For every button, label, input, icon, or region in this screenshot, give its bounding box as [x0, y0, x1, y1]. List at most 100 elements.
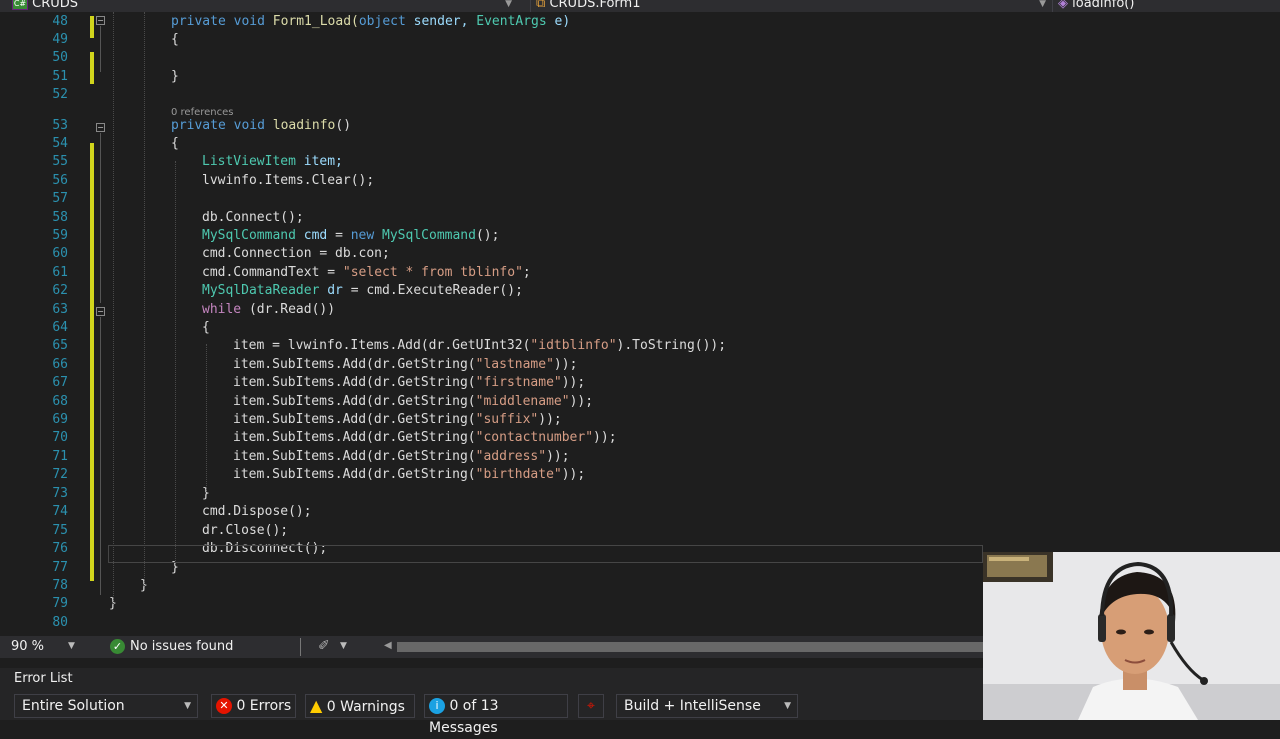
code-line[interactable]: dr.Close();: [202, 522, 288, 540]
method-icon: ◈: [1058, 0, 1068, 11]
issues-status[interactable]: No issues found: [130, 639, 233, 654]
code-token: cmd.Dispose();: [202, 504, 312, 519]
warnings-filter-button[interactable]: ▲ 0 Warnings: [305, 694, 415, 718]
code-token: =: [335, 228, 351, 243]
webcam-presenter-image: [983, 552, 1280, 720]
chevron-down-icon: ▼: [1039, 0, 1046, 9]
line-number: 75: [52, 523, 68, 538]
code-token: ));: [593, 430, 617, 445]
code-token: Form1_Load(: [272, 14, 359, 29]
chevron-down-icon: ▼: [505, 0, 512, 9]
code-line[interactable]: item.SubItems.Add(dr.GetString("contactn…: [233, 429, 617, 447]
messages-filter-button[interactable]: i 0 of 13 Messages: [424, 694, 568, 736]
brush-icon[interactable]: ✐: [318, 638, 330, 654]
code-token: ListViewItem: [202, 154, 304, 169]
code-token: db.Connect();: [202, 210, 304, 225]
zoom-level[interactable]: 90 %: [11, 639, 44, 654]
code-line[interactable]: item = lvwinfo.Items.Add(dr.GetUInt32("i…: [233, 337, 726, 355]
code-line[interactable]: MySqlCommand cmd = new MySqlCommand();: [202, 227, 499, 245]
code-token: private void: [171, 14, 273, 29]
code-token: e): [554, 14, 571, 29]
code-token: "contactnumber": [475, 430, 594, 445]
code-token: loadinfo: [272, 118, 336, 133]
code-line[interactable]: item.SubItems.Add(dr.GetString("address"…: [233, 448, 570, 466]
line-number: 62: [52, 283, 68, 298]
code-line[interactable]: db.Connect();: [202, 209, 304, 227]
code-token: item.SubItems.Add(dr.GetString(: [233, 467, 476, 482]
scope-dropdown[interactable]: Entire Solution ▼: [14, 694, 198, 718]
collapse-toggle-icon[interactable]: −: [96, 307, 105, 316]
code-token: item.SubItems.Add(dr.GetString(: [233, 449, 476, 464]
collapse-toggle-icon[interactable]: −: [96, 123, 105, 132]
code-line[interactable]: {: [171, 135, 179, 153]
filter-toggle-button[interactable]: ⌖: [578, 694, 604, 718]
code-line[interactable]: private void Form1_Load(object sender, E…: [171, 13, 570, 31]
code-token: = cmd.ExecuteReader();: [350, 283, 523, 298]
filter-icon: ⌖: [587, 698, 595, 714]
build-filter-dropdown[interactable]: Build + IntelliSense ▼: [616, 694, 798, 718]
code-line[interactable]: item.SubItems.Add(dr.GetString("firstnam…: [233, 374, 585, 392]
check-circle-icon: ✓: [110, 639, 125, 654]
line-number: 59: [52, 228, 68, 243]
code-editor[interactable]: 48 49 50 51 52 53 54 55 56 57 58 59 60 61 62 63 64 65 66 67…: [0, 12, 1280, 636]
code-line[interactable]: cmd.Dispose();: [202, 503, 312, 521]
line-number: 73: [52, 486, 68, 501]
scroll-left-icon[interactable]: ◀: [384, 640, 392, 651]
code-token: private void: [171, 118, 273, 133]
collapse-toggle-icon[interactable]: −: [96, 16, 105, 25]
code-token: "suffix": [475, 412, 539, 427]
class-dropdown[interactable]: ⧉ CRUDS.Form1 ▼: [536, 0, 1046, 12]
scope-value: Entire Solution: [22, 698, 125, 714]
indent-guide: [175, 161, 176, 565]
chevron-down-icon[interactable]: ▼: [340, 641, 347, 651]
line-number: 76: [52, 541, 68, 556]
indent-guide: [144, 12, 145, 586]
code-line[interactable]: item.SubItems.Add(dr.GetString("suffix")…: [233, 411, 562, 429]
line-number: 64: [52, 320, 68, 335]
code-line[interactable]: cmd.CommandText = "select * from tblinfo…: [202, 264, 531, 282]
code-line[interactable]: MySqlDataReader dr = cmd.ExecuteReader()…: [202, 282, 523, 300]
editor-status-bar: 90 % ▼ ✓ No issues found ✐ ▼ ◀: [0, 636, 983, 658]
indent-guide: [113, 12, 114, 604]
project-dropdown[interactable]: C# CRUDS ▼: [12, 0, 512, 12]
code-line[interactable]: item.SubItems.Add(dr.GetString("birthdat…: [233, 466, 585, 484]
error-icon: ✕: [216, 698, 232, 714]
code-token: dr.Close();: [202, 523, 289, 538]
code-line[interactable]: {: [202, 319, 210, 337]
errors-filter-button[interactable]: ✕ 0 Errors: [211, 694, 296, 718]
code-token: cmd.CommandText =: [202, 265, 343, 280]
line-number: 65: [52, 338, 68, 353]
code-token: MySqlDataReader: [202, 283, 328, 298]
code-line[interactable]: lvwinfo.Items.Clear();: [202, 172, 374, 190]
code-line[interactable]: }: [171, 68, 179, 86]
code-token: MySqlCommand: [202, 228, 304, 243]
chevron-down-icon[interactable]: ▼: [68, 641, 75, 651]
line-number: 67: [52, 375, 68, 390]
code-line[interactable]: private void loadinfo(): [171, 117, 351, 135]
codelens-references[interactable]: 0 references: [171, 107, 234, 119]
class-name: CRUDS.Form1: [549, 0, 641, 11]
class-icon: ⧉: [536, 0, 546, 11]
code-line[interactable]: while (dr.Read()): [202, 301, 335, 319]
line-number: 66: [52, 357, 68, 372]
error-list-panel: Error List Entire Solution ▼ ✕ 0 Errors …: [0, 668, 983, 736]
line-number: 56: [52, 173, 68, 188]
member-dropdown[interactable]: ◈ loadinfo(): [1058, 0, 1278, 12]
code-line[interactable]: ListViewItem item;: [202, 153, 343, 171]
code-line[interactable]: cmd.Connection = db.con;: [202, 245, 390, 263]
divider: [300, 638, 301, 656]
code-token: {: [171, 32, 179, 47]
code-token: ));: [561, 375, 586, 390]
code-token: new: [350, 228, 383, 243]
code-token: cmd: [303, 228, 336, 243]
code-token: object: [358, 14, 414, 29]
code-token: ));: [561, 467, 586, 482]
horizontal-scrollbar[interactable]: [397, 642, 983, 652]
code-token: ));: [538, 412, 562, 427]
code-line[interactable]: {: [171, 31, 179, 49]
code-line[interactable]: item.SubItems.Add(dr.GetString("middlena…: [233, 393, 593, 411]
line-number: 51: [52, 69, 68, 84]
code-line[interactable]: item.SubItems.Add(dr.GetString("lastname…: [233, 356, 577, 374]
code-token: item.SubItems.Add(dr.GetString(: [233, 375, 476, 390]
code-token: ));: [546, 449, 570, 464]
